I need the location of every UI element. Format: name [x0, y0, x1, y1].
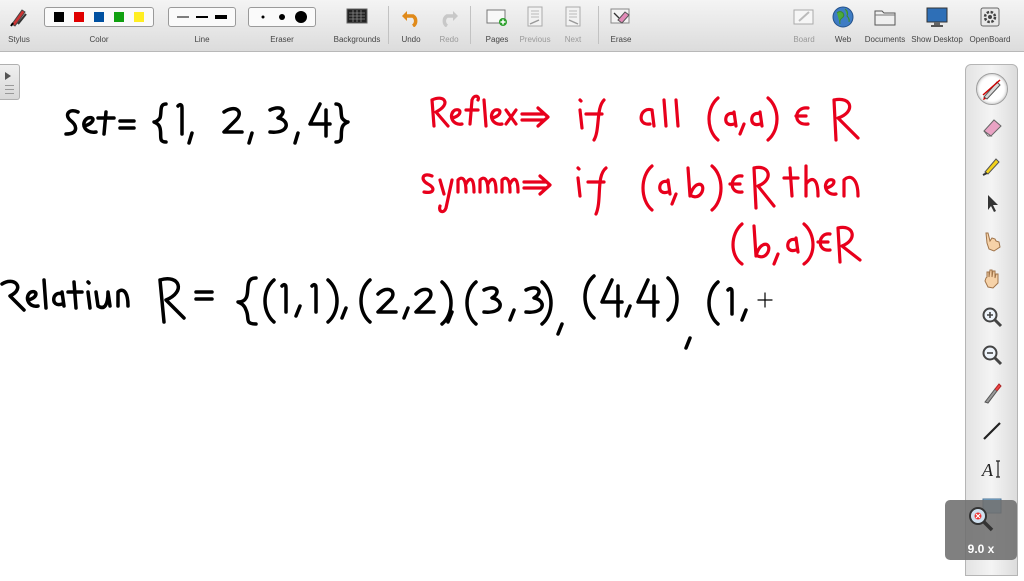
eraser-size-selector — [248, 7, 316, 27]
eraser-medium-button[interactable] — [274, 11, 289, 23]
laser-pointer-button[interactable] — [976, 377, 1008, 409]
show-desktop-button[interactable]: Show Desktop — [910, 0, 964, 51]
zoom-in-button[interactable] — [976, 301, 1008, 333]
stylus-label: Stylus — [8, 35, 30, 44]
eraser-tool-button[interactable] — [976, 111, 1008, 143]
toolbar-divider — [470, 6, 471, 44]
color-swatch-green[interactable] — [114, 12, 124, 22]
line-thick-button[interactable] — [214, 11, 229, 23]
web-label: Web — [834, 35, 852, 44]
folder-icon — [873, 5, 897, 29]
selector-tool-button[interactable] — [976, 187, 1008, 219]
interact-hand-icon — [985, 232, 1001, 252]
laser-pointer-icon — [984, 383, 1002, 404]
redo-label: Redo — [439, 35, 459, 44]
eraser-group: Eraser — [248, 0, 316, 51]
erase-button[interactable]: Erase — [606, 0, 636, 51]
color-swatch-yellow[interactable] — [134, 12, 144, 22]
toolbar-divider — [598, 6, 599, 44]
zoom-indicator-icon — [969, 507, 994, 532]
line-group: Line — [168, 0, 236, 51]
pages-label: Pages — [485, 35, 509, 44]
text-tool-button[interactable]: A — [976, 453, 1008, 485]
move-hand-icon — [984, 269, 999, 289]
undo-label: Undo — [401, 35, 421, 44]
show-desktop-label: Show Desktop — [911, 35, 963, 44]
ink-set-line — [64, 102, 350, 145]
stylus-button[interactable]: Stylus — [2, 0, 36, 51]
backgrounds-label: Backgrounds — [333, 35, 381, 44]
board-button[interactable]: Board — [788, 0, 820, 51]
eraser-small-button[interactable] — [255, 11, 270, 23]
hand-tool-button[interactable] — [976, 263, 1008, 295]
zoom-out-icon — [982, 345, 1003, 366]
previous-button[interactable]: Previous — [518, 0, 552, 51]
color-palette — [44, 7, 154, 27]
selector-tool-icon — [988, 195, 998, 212]
color-group: Color — [44, 0, 154, 51]
documents-label: Documents — [864, 35, 906, 44]
board-label: Board — [793, 35, 815, 44]
svg-text:A: A — [981, 460, 994, 480]
erase-label: Erase — [610, 35, 632, 44]
board-icon — [792, 5, 816, 29]
previous-label: Previous — [519, 35, 551, 44]
erase-page-icon — [609, 5, 633, 29]
toolbar-divider — [388, 6, 389, 44]
openboard-button[interactable]: OpenBoard — [966, 0, 1014, 51]
eraser-tool-icon — [983, 119, 1002, 137]
whiteboard-canvas[interactable] — [0, 52, 964, 576]
eraser-label: Eraser — [270, 35, 294, 44]
line-medium-button[interactable] — [194, 11, 209, 23]
line-tool-button[interactable] — [976, 415, 1008, 447]
stylus-icon — [7, 5, 31, 29]
previous-page-icon — [523, 5, 547, 29]
interact-tool-button[interactable] — [976, 225, 1008, 257]
ink-reflex-line — [430, 94, 860, 142]
zoom-in-icon — [982, 307, 1003, 328]
redo-icon — [437, 5, 461, 29]
pen-tool-icon — [982, 79, 1001, 100]
ink-symm-line-2 — [731, 222, 862, 266]
line-width-selector — [168, 7, 236, 27]
text-tool-icon: A — [981, 460, 1000, 480]
marker-tool-button[interactable] — [976, 149, 1008, 181]
globe-icon — [831, 5, 855, 29]
line-tool-icon — [983, 422, 1001, 440]
pages-button[interactable]: Pages — [482, 0, 512, 51]
eraser-large-button[interactable] — [294, 11, 309, 23]
top-toolbar: Stylus Color Line Eraser Backgrounds Und… — [0, 0, 1024, 52]
undo-icon — [399, 5, 423, 29]
web-button[interactable]: Web — [828, 0, 858, 51]
next-page-icon — [561, 5, 585, 29]
undo-button[interactable]: Undo — [396, 0, 426, 51]
pen-tool-button[interactable] — [976, 73, 1008, 105]
next-label: Next — [564, 35, 582, 44]
documents-button[interactable]: Documents — [862, 0, 908, 51]
ink-symm-line-1 — [421, 164, 860, 216]
add-page-icon — [485, 5, 509, 29]
marker-tool-icon — [982, 158, 1000, 176]
color-swatch-blue[interactable] — [94, 12, 104, 22]
zoom-indicator: 9.0 x — [945, 500, 1017, 560]
color-swatch-black[interactable] — [54, 12, 64, 22]
backgrounds-icon — [345, 5, 369, 29]
ink-relation-line — [0, 274, 773, 350]
zoom-level-label: 9.0 x — [967, 542, 995, 556]
openboard-label: OpenBoard — [969, 35, 1011, 44]
color-label: Color — [89, 35, 109, 44]
color-swatch-red[interactable] — [74, 12, 84, 22]
ink-layer — [0, 94, 862, 350]
monitor-icon — [925, 5, 949, 29]
next-button[interactable]: Next — [558, 0, 588, 51]
zoom-out-button[interactable] — [976, 339, 1008, 371]
line-label: Line — [194, 35, 210, 44]
redo-button[interactable]: Redo — [434, 0, 464, 51]
line-thin-button[interactable] — [175, 11, 190, 23]
backgrounds-button[interactable]: Backgrounds — [330, 0, 384, 51]
gear-icon — [978, 5, 1002, 29]
